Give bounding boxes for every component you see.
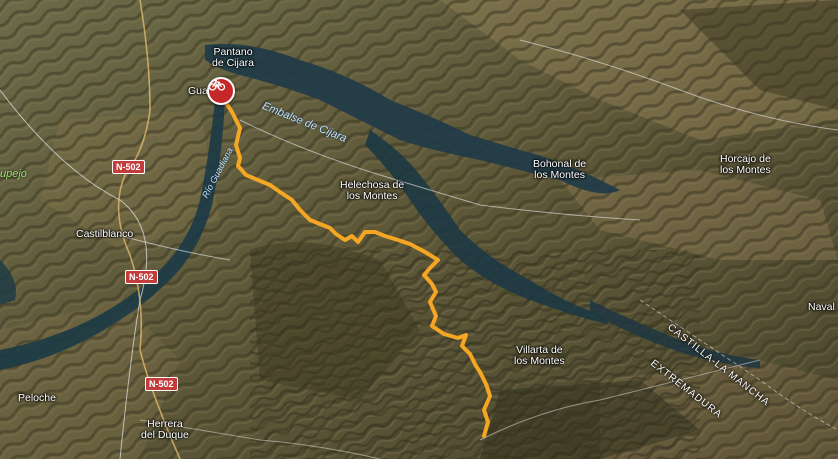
place-label-upejo: upejo <box>0 168 27 180</box>
place-label-herrera: Herrera del Duque <box>141 418 189 441</box>
place-label-peloche: Peloche <box>18 392 56 404</box>
place-label-bohonal: Bohonal de los Montes <box>533 158 587 181</box>
road-shield-n502: N-502 <box>125 270 158 284</box>
place-label-helechosa: Helechosa de los Montes <box>340 179 405 202</box>
road-shield-n502: N-502 <box>145 377 178 391</box>
place-label-gua: Gua <box>188 85 208 97</box>
place-label-castilblanco: Castilblanco <box>76 228 134 240</box>
place-label-villarta: Villarta de los Montes <box>514 344 565 367</box>
bicycle-icon <box>209 79 225 91</box>
place-label-pantano: Pantano de Cijara <box>212 46 255 69</box>
start-marker[interactable] <box>207 77 235 105</box>
place-label-horcajo: Horcajo de los Montes <box>720 153 771 176</box>
map-view[interactable]: Pantano de Cijara Gua Helechosa de los M… <box>0 0 838 459</box>
road-shield-n502: N-502 <box>112 160 145 174</box>
place-label-naval: Naval <box>808 301 835 313</box>
